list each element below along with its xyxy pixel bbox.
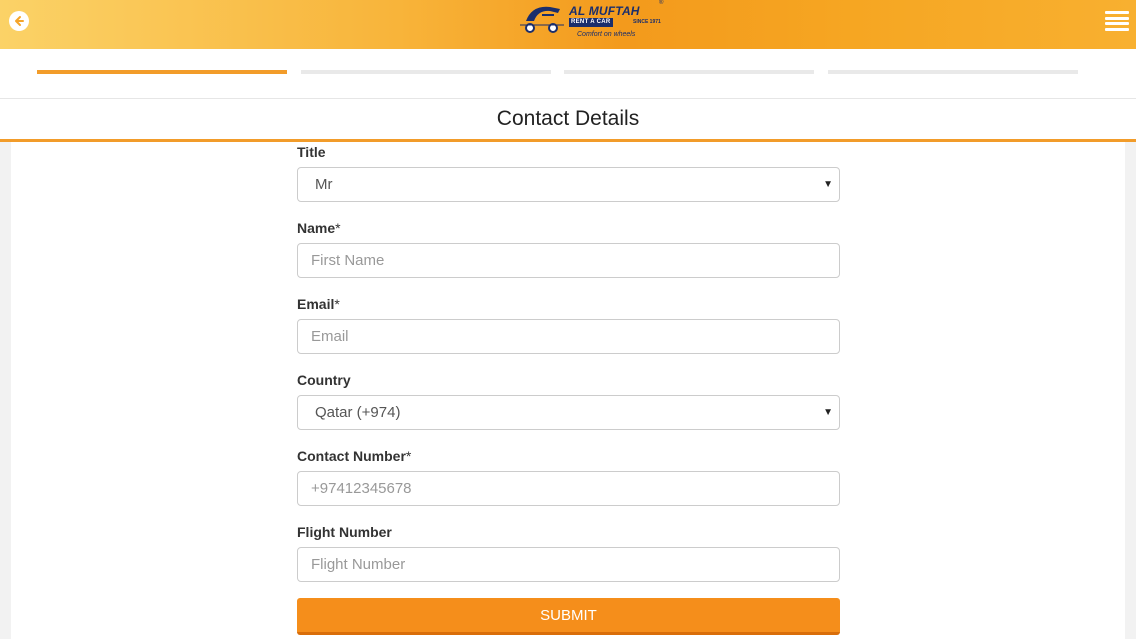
- progress-steps: [0, 49, 1136, 99]
- menu-bar: [1105, 27, 1129, 31]
- required-mark: *: [335, 220, 341, 236]
- email-label-text: Email: [297, 296, 335, 312]
- title-select[interactable]: Mr ▼: [297, 167, 840, 202]
- car-logo-icon: [520, 6, 564, 33]
- email-label: Email*: [297, 296, 340, 312]
- app-header: AL MUFTAH ® RENT A CAR SINCE 1971 Comfor…: [0, 0, 1136, 49]
- flight-number-input[interactable]: [297, 547, 840, 582]
- flight-number-label-text: Flight Number: [297, 524, 392, 540]
- back-arrow-icon[interactable]: [9, 11, 29, 31]
- email-input[interactable]: [297, 319, 840, 354]
- progress-step-4: [828, 70, 1078, 74]
- progress-step-2: [301, 70, 551, 74]
- title-label-text: Title: [297, 144, 326, 160]
- progress-step-1: [37, 70, 287, 74]
- brand-logo: AL MUFTAH ® RENT A CAR SINCE 1971 Comfor…: [520, 0, 670, 45]
- hamburger-menu-icon[interactable]: [1105, 11, 1129, 31]
- form-panel: Title Mr ▼ Name* Email* Country Qatar (+…: [11, 142, 1125, 639]
- section-title: Contact Details: [0, 99, 1136, 142]
- brand-name: AL MUFTAH: [569, 4, 640, 18]
- dropdown-arrow-icon: ▼: [823, 407, 833, 418]
- menu-bar: [1105, 11, 1129, 14]
- menu-bar: [1105, 22, 1129, 26]
- progress-step-3: [564, 70, 814, 74]
- country-label: Country: [297, 372, 351, 388]
- name-label-text: Name: [297, 220, 336, 236]
- contact-number-label: Contact Number*: [297, 448, 411, 464]
- submit-button[interactable]: SUBMIT: [297, 598, 840, 635]
- name-label: Name*: [297, 220, 341, 236]
- required-mark: *: [334, 296, 340, 312]
- title-select-value: Mr: [315, 176, 333, 193]
- contact-number-input[interactable]: [297, 471, 840, 506]
- brand-since: SINCE 1971: [633, 19, 661, 25]
- brand-registered-mark: ®: [659, 0, 664, 6]
- required-mark: *: [405, 448, 412, 464]
- country-label-text: Country: [297, 372, 351, 388]
- contact-number-label-text: Contact Number: [297, 448, 406, 464]
- first-name-input[interactable]: [297, 243, 840, 278]
- flight-number-label: Flight Number: [297, 524, 392, 540]
- brand-subtitle: RENT A CAR: [569, 18, 613, 27]
- dropdown-arrow-icon: ▼: [823, 179, 833, 190]
- menu-bar: [1105, 16, 1129, 20]
- title-label: Title: [297, 144, 326, 160]
- brand-tagline: Comfort on wheels: [577, 31, 636, 38]
- country-select[interactable]: Qatar (+974) ▼: [297, 395, 840, 430]
- country-select-value: Qatar (+974): [315, 404, 401, 421]
